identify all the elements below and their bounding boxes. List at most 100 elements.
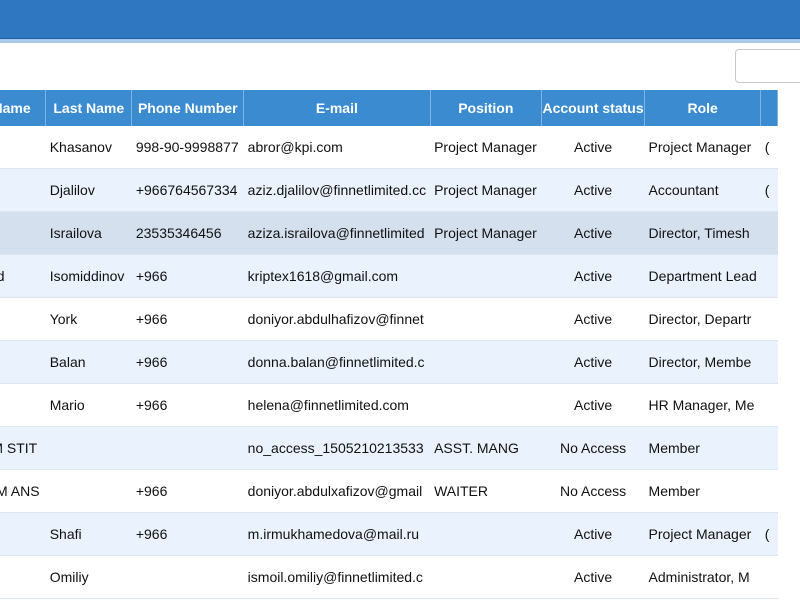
column-header-phone-number[interactable]: Phone Number: [131, 90, 245, 126]
cell-role: Department Lead: [644, 254, 761, 298]
cell-name: [0, 555, 46, 599]
cell-position: Project Manager: [430, 126, 542, 169]
cell-phone: +966: [131, 512, 244, 556]
cell-email: kriptex1618@gmail.com: [243, 254, 431, 298]
cell-account-status: Active: [541, 126, 645, 169]
column-header-email[interactable]: E-mail: [243, 90, 431, 126]
table-row[interactable]: aBalan+966donna.balan@finnetlimited.c Act…: [0, 340, 778, 384]
cell-phone: [131, 555, 244, 599]
cell-name: AM STIT: [0, 426, 46, 470]
toolbar: [0, 43, 800, 91]
cell-extra: [760, 469, 778, 513]
table-row[interactable]: zodIsomiddinov+966kriptex1618@gmail.com A…: [0, 254, 778, 298]
cell-extra: (: [760, 168, 778, 212]
cell-phone: +966: [131, 254, 244, 298]
cell-email: doniyor.abdulhafizov@finnet: [243, 297, 431, 341]
cell-phone: +966: [131, 297, 244, 341]
table-row[interactable]: Shafi +966 m.irmukhamedova@mail.ru Active Pr…: [0, 512, 778, 556]
cell-account-status: No Access: [541, 469, 645, 513]
cell-account-status: No Access: [541, 426, 645, 470]
cell-extra: [760, 340, 778, 384]
cell-position: [430, 383, 542, 427]
table-row[interactable]: Israilova 23535346456 aziza.israilova@finn…: [0, 211, 778, 255]
table-row[interactable]: York +966 doniyor.abdulhafizov@finnet Activ…: [0, 297, 778, 341]
app-header-bar: [0, 0, 800, 39]
cell-extra: (: [760, 126, 778, 169]
cell-extra: [760, 383, 778, 427]
cell-role: Accountant: [644, 168, 761, 212]
cell-role: Director, Membe: [644, 340, 761, 384]
cell-account-status: Active: [541, 168, 645, 212]
column-header-position[interactable]: Position: [430, 90, 543, 126]
table-row[interactable]: Khasanov 998-90-9998877 abror@kpi.com Proje…: [0, 126, 778, 169]
cell-position: [430, 512, 542, 556]
cell-position: ASST. MANG: [430, 426, 542, 470]
cell-email: aziz.djalilov@finnetlimited.cc: [243, 168, 431, 212]
cell-extra: [760, 254, 778, 298]
cell-position: [430, 254, 542, 298]
cell-position: WAITER: [430, 469, 542, 513]
cell-last-name: [45, 469, 132, 513]
cell-last-name: Djalilov: [45, 168, 132, 212]
cell-last-name: Mario: [45, 383, 132, 427]
table-row[interactable]: Djalilov +966764567334 aziz.djalilov@finne…: [0, 168, 778, 212]
cell-account-status: Active: [541, 211, 645, 255]
cell-account-status: Active: [541, 512, 645, 556]
cell-role: Project Manager: [644, 512, 761, 556]
cell-role: HR Manager, Me: [644, 383, 761, 427]
cell-role: Director, Timesh: [644, 211, 761, 255]
cell-name: [0, 512, 46, 556]
search-input[interactable]: [735, 49, 800, 83]
table-row[interactable]: Omiliy ismoil.omiliy@finnetlimited.c Activ…: [0, 555, 778, 599]
cell-name: a: [0, 340, 46, 384]
cell-phone: +966: [131, 383, 244, 427]
cell-last-name: Balan: [45, 340, 132, 384]
cell-email: helena@finnetlimited.com: [243, 383, 431, 427]
cell-email: no_access_1505210213533: [243, 426, 431, 470]
cell-email: donna.balan@finnetlimited.c: [243, 340, 431, 384]
cell-position: Project Manager: [430, 211, 542, 255]
cell-email: m.irmukhamedova@mail.ru: [243, 512, 431, 556]
cell-extra: [760, 426, 778, 470]
cell-position: [430, 555, 542, 599]
column-header-role[interactable]: Role: [644, 90, 762, 126]
cell-extra: [760, 297, 778, 341]
column-header-account-status[interactable]: Account status: [541, 90, 646, 126]
cell-account-status: Active: [541, 340, 645, 384]
cell-name: HIM ANS: [0, 469, 46, 513]
cell-role: Director, Departr: [644, 297, 761, 341]
cell-last-name: Israilova: [45, 211, 132, 255]
table-row[interactable]: aMario+966helena@finnetlimited.com Active…: [0, 383, 778, 427]
cell-account-status: Active: [541, 254, 645, 298]
cell-role: Member: [644, 426, 761, 470]
cell-role: Member: [644, 469, 761, 513]
column-header-extra[interactable]: [760, 90, 778, 126]
cell-name: [0, 211, 46, 255]
cell-last-name: [45, 426, 132, 470]
cell-email: abror@kpi.com: [243, 126, 431, 169]
users-table: Name Last Name Phone Number E-mail Posit…: [0, 90, 800, 600]
table-row[interactable]: HIM ANS +966doniyor.abdulxafizov@gmailWAI…: [0, 469, 778, 513]
cell-last-name: Omiliy: [45, 555, 132, 599]
column-header-last-name[interactable]: Last Name: [45, 90, 133, 126]
cell-name: a: [0, 383, 46, 427]
cell-last-name: Isomiddinov: [45, 254, 132, 298]
column-header-name[interactable]: Name: [0, 90, 47, 126]
cell-account-status: Active: [541, 555, 645, 599]
table-row[interactable]: AM STIT no_access_1505210213533ASST. MANG…: [0, 426, 778, 470]
cell-phone: +966: [131, 340, 244, 384]
cell-position: Project Manager: [430, 168, 542, 212]
cell-account-status: Active: [541, 297, 645, 341]
cell-role: Project Manager: [644, 126, 761, 169]
cell-extra: [760, 211, 778, 255]
cell-phone: +966764567334: [131, 168, 244, 212]
cell-last-name: Khasanov: [45, 126, 132, 169]
cell-phone: +966: [131, 469, 244, 513]
cell-phone: 23535346456: [131, 211, 244, 255]
cell-account-status: Active: [541, 383, 645, 427]
cell-email: ismoil.omiliy@finnetlimited.c: [243, 555, 431, 599]
table-header-row: Name Last Name Phone Number E-mail Posit…: [0, 90, 778, 126]
cell-extra: [760, 555, 778, 599]
cell-position: [430, 340, 542, 384]
cell-name: [0, 168, 46, 212]
